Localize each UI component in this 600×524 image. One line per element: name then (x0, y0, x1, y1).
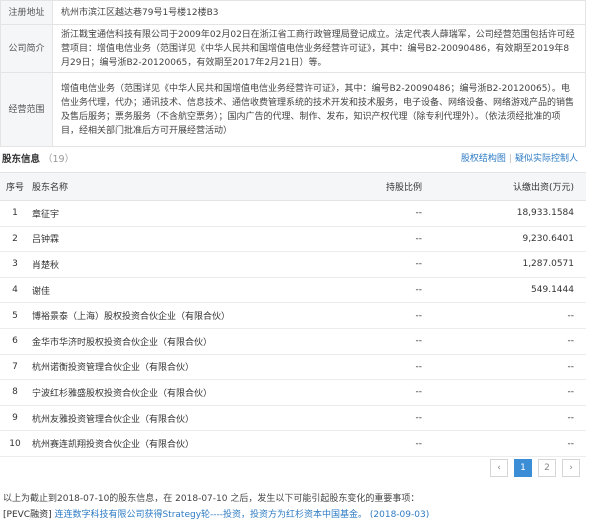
shareholder-name-link[interactable]: 谢佳 (30, 277, 306, 304)
shareholder-name-link[interactable]: 章征宇 (30, 200, 306, 227)
table-row: 7 杭州诺衡投资管理合伙企业（有限合伙） -- -- (0, 354, 586, 381)
table-row: 2 吕钟霖 -- 9,230.6401 (0, 226, 586, 253)
row-amount: -- (426, 379, 586, 406)
row-index: 8 (0, 379, 30, 406)
row-ratio: -- (306, 328, 426, 355)
shareholders-header: 股东信息 （19） 股权结构图 | 疑似实际控制人 (0, 150, 586, 166)
col-name-header: 股东名称 (30, 172, 306, 201)
table-row: 1 章征宇 -- 18,933.1584 (0, 200, 586, 227)
actual-controller-link[interactable]: 疑似实际控制人 (515, 154, 578, 164)
shareholder-name-link[interactable]: 杭州友雅投资管理合伙企业（有限合伙） (30, 405, 306, 432)
table-row: 9 杭州友雅投资管理合伙企业（有限合伙） -- -- (0, 405, 586, 432)
equity-structure-link[interactable]: 股权结构图 (461, 154, 506, 164)
shareholder-name-link[interactable]: 杭州赛连凯翔投资合伙企业（有限合伙） (30, 430, 306, 457)
row-amount: 9,230.6401 (426, 226, 586, 253)
shareholders-links: 股权结构图 | 疑似实际控制人 (461, 151, 578, 164)
shareholder-name-link[interactable]: 肖楚秋 (30, 251, 306, 278)
info-label: 注册地址 (0, 0, 53, 25)
row-amount: 1,287.0571 (426, 251, 586, 278)
row-amount: 549.1444 (426, 277, 586, 304)
row-amount: -- (426, 328, 586, 355)
row-index: 6 (0, 328, 30, 355)
row-index: 4 (0, 277, 30, 304)
page-2-button[interactable]: 2 (538, 459, 556, 477)
table-row: 8 宁波红杉雅盛股权投资合伙企业（有限合伙） -- -- (0, 379, 586, 406)
shareholder-name-link[interactable]: 吕钟霖 (30, 226, 306, 253)
row-amount: -- (426, 430, 586, 457)
info-label: 经营范围 (0, 72, 53, 147)
shareholders-title: 股东信息 （19） (2, 151, 74, 165)
table-row: 4 谢佳 -- 549.1444 (0, 277, 586, 304)
row-index: 3 (0, 251, 30, 278)
shareholders-table: 序号 股东名称 持股比例 认缴出资(万元) 1 章征宇 -- 18,933.1584 2… (0, 172, 586, 457)
row-ratio: -- (306, 251, 426, 278)
row-ratio: -- (306, 302, 426, 329)
row-index: 10 (0, 430, 30, 457)
row-ratio: -- (306, 379, 426, 406)
row-ratio: -- (306, 200, 426, 227)
row-ratio: -- (306, 405, 426, 432)
shareholder-name-link[interactable]: 博裕景泰（上海）股权投资合伙企业（有限合伙） (30, 302, 306, 329)
shareholders-count: （19） (43, 154, 75, 165)
info-row-address: 注册地址 杭州市滨江区越达巷79号1号楼12楼B3 (0, 0, 586, 25)
row-amount: -- (426, 354, 586, 381)
pevc-event-date: (2018-09-03) (369, 510, 430, 520)
table-header-row: 序号 股东名称 持股比例 认缴出资(万元) (0, 172, 586, 201)
pevc-event: [PEVC融资] 连连数字科技有限公司获得Strategy轮----投资，投资方… (3, 507, 429, 520)
table-row: 3 肖楚秋 -- 1,287.0571 (0, 251, 586, 278)
row-amount: -- (426, 405, 586, 432)
page-1-button[interactable]: 1 (514, 459, 532, 477)
shareholder-change-note: 以上为截止到2018-07-10的股东信息，在 2018-07-10 之后，发生… (3, 494, 420, 504)
shareholders-title-text: 股东信息 (2, 154, 41, 165)
row-index: 5 (0, 302, 30, 329)
info-label: 公司简介 (0, 24, 53, 73)
col-index-header: 序号 (0, 172, 30, 201)
row-index: 1 (0, 200, 30, 227)
row-amount: 18,933.1584 (426, 200, 586, 227)
shareholder-name-link[interactable]: 金华市华济时股权投资合伙企业（有限合伙） (30, 328, 306, 355)
link-separator: | (508, 154, 512, 164)
row-amount: -- (426, 302, 586, 329)
company-info-table: 注册地址 杭州市滨江区越达巷79号1号楼12楼B3 公司简介 浙江戡宝通信科技有… (0, 0, 586, 147)
info-value: 杭州市滨江区越达巷79号1号楼12楼B3 (52, 0, 586, 25)
prev-page-button[interactable]: ‹ (490, 459, 508, 477)
info-value: 增值电信业务（范围详见《中华人民共和国增值电信业务经营许可证》，其中：编号B2-… (52, 72, 586, 147)
pagination: ‹ 1 2 › (490, 459, 580, 477)
shareholder-name-link[interactable]: 杭州诺衡投资管理合伙企业（有限合伙） (30, 354, 306, 381)
info-row-scope: 经营范围 增值电信业务（范围详见《中华人民共和国增值电信业务经营许可证》，其中：… (0, 72, 586, 147)
next-page-button[interactable]: › (562, 459, 580, 477)
row-index: 7 (0, 354, 30, 381)
table-row: 10 杭州赛连凯翔投资合伙企业（有限合伙） -- -- (0, 430, 586, 457)
table-row: 6 金华市华济时股权投资合伙企业（有限合伙） -- -- (0, 328, 586, 355)
row-ratio: -- (306, 430, 426, 457)
col-amount-header: 认缴出资(万元) (426, 172, 586, 201)
table-row: 5 博裕景泰（上海）股权投资合伙企业（有限合伙） -- -- (0, 302, 586, 329)
col-ratio-header: 持股比例 (306, 172, 426, 201)
row-index: 2 (0, 226, 30, 253)
row-ratio: -- (306, 277, 426, 304)
pevc-event-link[interactable]: 连连数字科技有限公司获得Strategy轮----投资，投资方为红杉资本中国基金… (54, 510, 367, 520)
row-ratio: -- (306, 354, 426, 381)
row-index: 9 (0, 405, 30, 432)
info-row-intro: 公司简介 浙江戡宝通信科技有限公司于2009年02月02日在浙江省工商行政管理局… (0, 24, 586, 73)
pevc-tag: [PEVC融资] (3, 510, 52, 520)
row-ratio: -- (306, 226, 426, 253)
shareholder-name-link[interactable]: 宁波红杉雅盛股权投资合伙企业（有限合伙） (30, 379, 306, 406)
info-value: 浙江戡宝通信科技有限公司于2009年02月02日在浙江省工商行政管理局登记成立。… (52, 24, 586, 73)
